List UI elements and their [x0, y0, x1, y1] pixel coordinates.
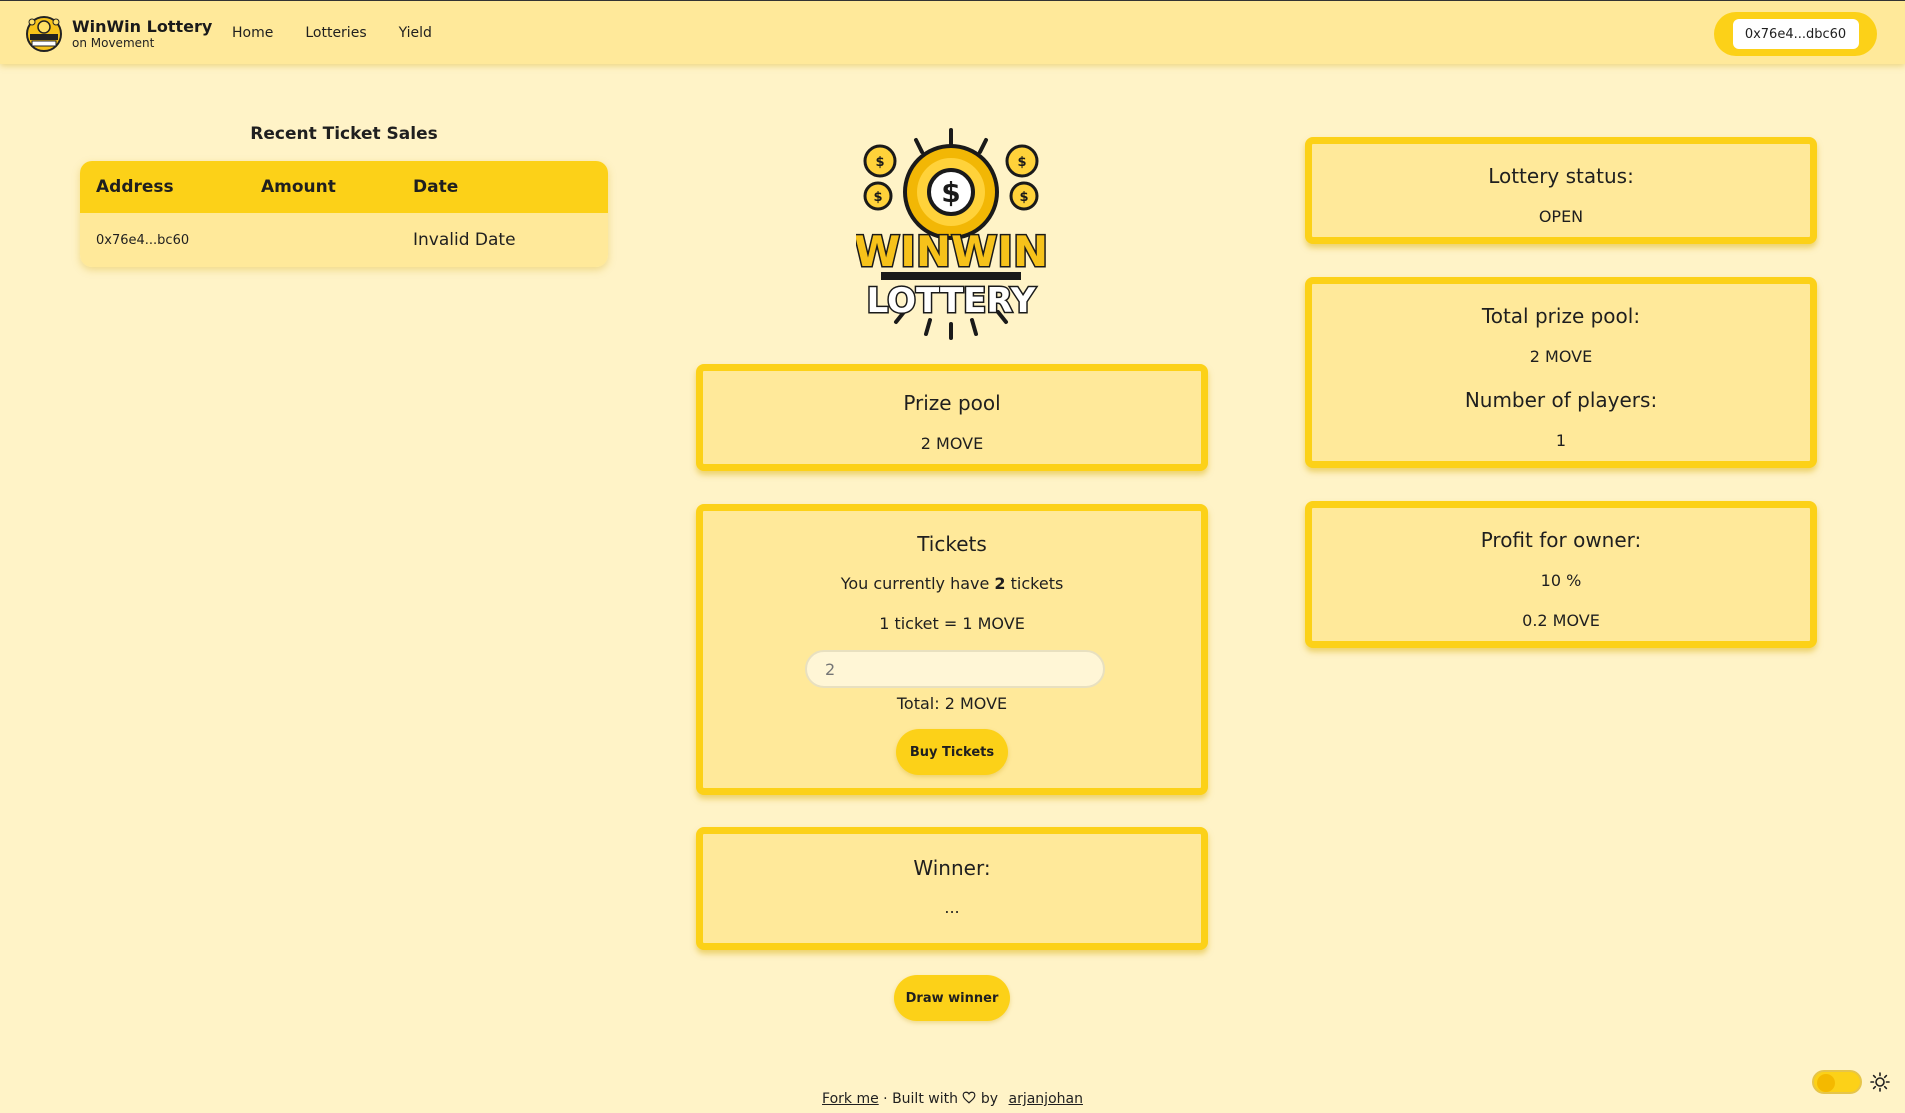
- svg-text:$: $: [873, 190, 882, 205]
- svg-text:$: $: [1019, 190, 1028, 205]
- owner-profit-amount: 0.2 MOVE: [1522, 611, 1600, 630]
- total-prize-pool-title: Total prize pool:: [1481, 304, 1641, 328]
- wallet-address: 0x76e4...dbc60: [1732, 19, 1859, 49]
- fork-me-link[interactable]: Fork me: [822, 1091, 879, 1107]
- tickets-owned-text: You currently have 2 tickets: [703, 574, 1201, 593]
- buy-tickets-button[interactable]: Buy Tickets: [896, 729, 1008, 775]
- svg-text:$: $: [875, 155, 884, 170]
- recent-sales-title: Recent Ticket Sales: [250, 124, 438, 144]
- top-navbar: WinWin Lottery on Movement Home Lotterie…: [0, 0, 1905, 64]
- winwin-lottery-logo: $ $ $ $ $ WINWIN LOTTERY: [856, 128, 1046, 340]
- total-prize-pool-card: Total prize pool: 2 MOVE Number of playe…: [1305, 277, 1817, 468]
- brand-subtitle: on Movement: [72, 36, 155, 50]
- theme-toggle-knob: [1817, 1074, 1835, 1092]
- prize-pool-title: Prize pool: [903, 391, 1001, 415]
- total-prize-pool-value: 2 MOVE: [1529, 347, 1593, 366]
- draw-winner-button[interactable]: Draw winner: [894, 975, 1010, 1021]
- number-of-players-value: 1: [1555, 431, 1567, 450]
- nav-home[interactable]: Home: [232, 23, 273, 43]
- tickets-owned-count: 2: [994, 574, 1006, 593]
- main-nav: Home Lotteries Yield: [232, 23, 464, 43]
- prize-pool-value: 2 MOVE: [920, 434, 984, 453]
- prize-pool-card: Prize pool 2 MOVE: [696, 364, 1208, 471]
- svg-text:$: $: [1017, 155, 1026, 170]
- number-of-players-title: Number of players:: [1464, 388, 1658, 412]
- recent-sales-table: Address Amount Date 0x76e4...bc60 Invali…: [80, 161, 608, 267]
- tickets-owned-prefix: You currently have: [840, 574, 995, 593]
- svg-text:$: $: [941, 176, 960, 209]
- lottery-status-value: OPEN: [1538, 207, 1584, 226]
- heart-icon: [963, 1091, 976, 1104]
- column-amount: Amount: [261, 177, 336, 197]
- theme-toggle[interactable]: [1812, 1070, 1862, 1094]
- footer-separator: ·: [878, 1091, 893, 1107]
- logo-text-line1: WINWIN: [856, 227, 1046, 276]
- ticket-quantity-input[interactable]: [805, 650, 1105, 688]
- footer: Fork me · Built with by arjanjohan: [0, 1091, 1905, 1107]
- column-address: Address: [96, 177, 174, 197]
- column-date: Date: [413, 177, 459, 197]
- winner-title: Winner:: [913, 856, 991, 880]
- tickets-card: Tickets You currently have 2 tickets 1 t…: [696, 504, 1208, 795]
- tickets-owned-suffix: tickets: [1005, 574, 1064, 593]
- row-date: Invalid Date: [413, 230, 516, 250]
- winner-value: ...: [944, 898, 960, 917]
- author-link[interactable]: arjanjohan: [1009, 1091, 1083, 1107]
- tickets-title: Tickets: [917, 532, 987, 556]
- tickets-total: Total: 2 MOVE: [896, 694, 1008, 713]
- by-text: by: [980, 1091, 999, 1107]
- lottery-status-title: Lottery status:: [1488, 164, 1634, 188]
- built-with-text: Built with: [892, 1091, 958, 1107]
- owner-profit-card: Profit for owner: 10 % 0.2 MOVE: [1305, 501, 1817, 648]
- nav-yield[interactable]: Yield: [399, 23, 432, 43]
- winwin-logo-icon: [26, 16, 62, 52]
- nav-lotteries[interactable]: Lotteries: [305, 23, 366, 43]
- wallet-button[interactable]: 0x76e4...dbc60: [1714, 12, 1877, 56]
- brand-title: WinWin Lottery: [72, 17, 213, 36]
- table-header: Address Amount Date: [80, 161, 608, 213]
- logo-text-line2: LOTTERY: [867, 281, 1036, 321]
- winner-card: Winner: ...: [696, 827, 1208, 950]
- brand[interactable]: WinWin Lottery on Movement: [24, 14, 212, 54]
- ticket-price: 1 ticket = 1 MOVE: [879, 614, 1025, 633]
- lottery-status-card: Lottery status: OPEN: [1305, 137, 1817, 244]
- owner-profit-title: Profit for owner:: [1480, 528, 1642, 552]
- owner-profit-percent: 10 %: [1540, 571, 1582, 590]
- table-row: 0x76e4...bc60 Invalid Date: [80, 213, 608, 267]
- sun-icon: [1870, 1072, 1890, 1092]
- row-address: 0x76e4...bc60: [96, 232, 190, 248]
